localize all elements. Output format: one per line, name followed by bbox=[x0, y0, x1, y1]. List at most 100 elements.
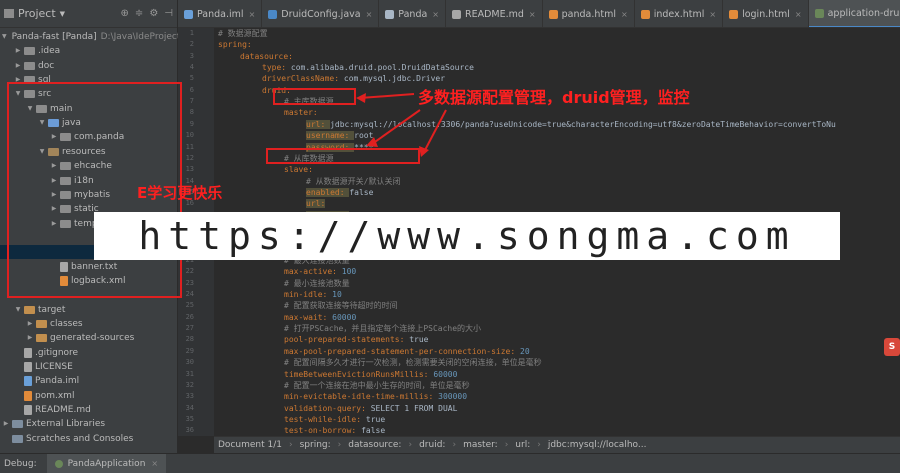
library-icon bbox=[12, 420, 23, 429]
tree-item[interactable]: pom.xml bbox=[0, 389, 178, 403]
collapsed-arrow-icon[interactable]: ▶ bbox=[2, 417, 10, 431]
hide-icon[interactable]: ⊣ bbox=[164, 8, 173, 19]
close-tab-icon[interactable]: × bbox=[432, 10, 439, 19]
line-number: 23 bbox=[185, 278, 194, 287]
tree-item-label: pom.xml bbox=[35, 390, 75, 401]
globe-icon[interactable]: ⊕ bbox=[121, 8, 129, 19]
project-title[interactable]: Project bbox=[18, 7, 56, 20]
code-line: # 配置一个连接在池中最小生存的时间，单位是毫秒 bbox=[214, 380, 470, 392]
tree-item-label: Panda-fast [Panda] bbox=[11, 32, 97, 42]
tree-item[interactable]: Panda.iml bbox=[0, 374, 178, 388]
file-icon bbox=[24, 347, 32, 358]
expanded-arrow-icon[interactable]: ▼ bbox=[14, 303, 22, 317]
code-line: test-while-idle: true bbox=[214, 414, 385, 426]
breadcrumb-item[interactable]: master: bbox=[463, 440, 498, 450]
close-icon[interactable]: × bbox=[151, 459, 158, 468]
tree-item[interactable]: ▶ generated-sources bbox=[0, 331, 178, 345]
tree-item[interactable]: README.md bbox=[0, 403, 178, 417]
tab-label: Panda.iml bbox=[197, 8, 244, 20]
code-token: 300000 bbox=[438, 392, 468, 402]
code-token: 60000 bbox=[433, 369, 458, 379]
code-line: type: com.alibaba.druid.pool.DruidDataSo… bbox=[214, 62, 474, 74]
annotation-text-side: E学习更快乐 bbox=[137, 184, 223, 202]
code-line: min-idle: 10 bbox=[214, 289, 342, 301]
collapse-icon[interactable]: ≑ bbox=[135, 8, 143, 19]
breadcrumb: Document 1/1 › spring: › datasource: › druid: ›… bbox=[214, 436, 900, 453]
annotation-box-slave bbox=[266, 148, 420, 164]
debug-session-tab[interactable]: PandaApplication × bbox=[46, 454, 167, 473]
collapsed-arrow-icon[interactable]: ▶ bbox=[14, 44, 22, 58]
tree-item[interactable]: ▶ classes bbox=[0, 317, 178, 331]
tree-item[interactable]: ▶ doc bbox=[0, 59, 178, 73]
code-token: true bbox=[365, 414, 386, 424]
code-token: root bbox=[354, 131, 374, 141]
code-token: # 最小连接池数量 bbox=[284, 278, 350, 288]
tree-item[interactable]: LICENSE bbox=[0, 360, 178, 374]
file-type-icon bbox=[814, 8, 824, 18]
editor-tab[interactable]: Panda × bbox=[379, 0, 446, 27]
editor-tab[interactable]: application-druid.yml× bbox=[808, 0, 900, 27]
close-tab-icon[interactable]: × bbox=[621, 10, 628, 19]
tree-item[interactable]: ▶ External Libraries bbox=[0, 417, 178, 431]
file-icon bbox=[24, 362, 32, 373]
code-token: # 配置一个连接在池中最小生存的时间，单位是毫秒 bbox=[284, 380, 470, 390]
collapsed-arrow-icon[interactable]: ▶ bbox=[26, 331, 34, 345]
editor-tab[interactable]: index.html × bbox=[635, 0, 724, 27]
line-number: 36 bbox=[185, 426, 194, 435]
code-token: 20 bbox=[520, 346, 530, 356]
tree-item-label: Scratches and Consoles bbox=[26, 433, 134, 444]
code-token: url: bbox=[306, 119, 331, 129]
line-number: 30 bbox=[185, 358, 194, 367]
breadcrumb-item[interactable]: url: bbox=[515, 440, 530, 450]
line-number: 11 bbox=[185, 142, 194, 151]
tab-label: panda.html bbox=[561, 8, 617, 20]
editor-tab[interactable]: panda.html × bbox=[543, 0, 635, 27]
breadcrumb-item[interactable]: jdbc:mysql://localho... bbox=[548, 440, 647, 450]
code-token: false bbox=[361, 426, 386, 436]
code-token: # 数据源配置 bbox=[218, 29, 268, 38]
close-tab-icon[interactable]: × bbox=[709, 10, 716, 19]
file-type-icon bbox=[640, 9, 650, 19]
code-token: slave: bbox=[284, 165, 313, 175]
expanded-arrow-icon[interactable]: ▼ bbox=[2, 30, 7, 44]
close-tab-icon[interactable]: × bbox=[795, 10, 802, 19]
close-tab-icon[interactable]: × bbox=[366, 10, 373, 19]
debug-config-name: PandaApplication bbox=[67, 458, 146, 469]
breadcrumb-item[interactable]: spring: bbox=[300, 440, 331, 450]
breadcrumb-separator-icon: › bbox=[537, 440, 541, 450]
gear-icon[interactable]: ⚙ bbox=[149, 8, 158, 19]
code-line: pool-prepared-statements: true bbox=[214, 334, 429, 346]
line-number: 22 bbox=[185, 267, 194, 276]
line-number: 4 bbox=[189, 63, 194, 72]
collapsed-arrow-icon[interactable]: ▶ bbox=[26, 317, 34, 331]
file-icon bbox=[24, 405, 32, 416]
breadcrumb-item[interactable]: druid: bbox=[419, 440, 445, 450]
folder-icon bbox=[36, 320, 47, 328]
tree-item[interactable]: ▶ .idea bbox=[0, 44, 178, 58]
project-panel-header: Project ▼ ⊕ ≑ ⚙ ⊣ bbox=[0, 0, 177, 28]
file-type-icon bbox=[385, 9, 395, 19]
tree-item[interactable]: .gitignore bbox=[0, 346, 178, 360]
close-tab-icon[interactable]: × bbox=[249, 10, 256, 19]
editor-tab[interactable]: DruidConfig.java × bbox=[262, 0, 380, 27]
breadcrumb-separator-icon: › bbox=[288, 440, 293, 450]
line-number: 32 bbox=[185, 380, 194, 389]
line-number: 31 bbox=[185, 369, 194, 378]
tree-item[interactable]: Scratches and Consoles bbox=[0, 432, 178, 446]
file-type-icon bbox=[729, 9, 739, 19]
dropdown-arrow-icon[interactable]: ▼ bbox=[60, 10, 65, 18]
breadcrumb-item[interactable]: Document 1/1 bbox=[218, 440, 282, 450]
breadcrumb-item[interactable]: datasource: bbox=[348, 440, 401, 450]
close-tab-icon[interactable]: × bbox=[529, 10, 536, 19]
folder-icon bbox=[24, 61, 35, 70]
collapsed-arrow-icon[interactable]: ▶ bbox=[14, 59, 22, 73]
code-line: enabled: false bbox=[214, 187, 373, 199]
tree-item[interactable]: ▼ target bbox=[0, 303, 178, 317]
code-token: com.mysql.jdbc.Driver bbox=[343, 74, 446, 84]
code-line: url: bbox=[214, 198, 326, 210]
editor-tab[interactable]: login.html × bbox=[723, 0, 809, 27]
editor-tab[interactable]: README.md × bbox=[446, 0, 543, 27]
tree-item[interactable]: ▼ Panda-fast [Panda] D:\Java\IdeProject bbox=[0, 30, 180, 44]
file-icon bbox=[24, 376, 32, 387]
editor-tab[interactable]: Panda.iml × bbox=[178, 0, 263, 27]
